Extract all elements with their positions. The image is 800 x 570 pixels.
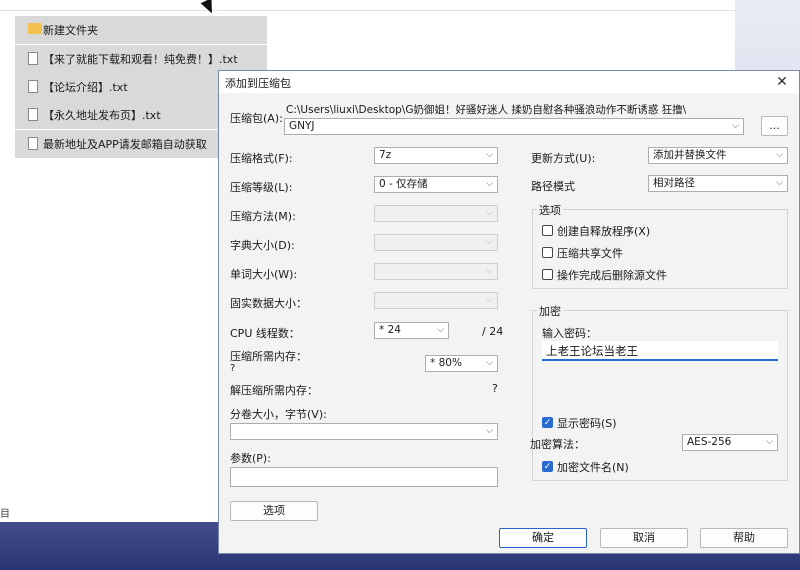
chevron-down-icon: ⌵	[486, 358, 493, 368]
encrypt-names-label: 加密文件名(N)	[557, 461, 629, 474]
level-select[interactable]: 0 - 仅存储 ⌵	[374, 176, 498, 193]
solid-select: ⌵	[374, 292, 498, 309]
method-label: 压缩方法(M):	[230, 210, 296, 223]
level-value: 0 - 仅存储	[379, 178, 428, 190]
sfx-label: 创建自释放程序(X)	[557, 225, 651, 238]
divider	[0, 10, 735, 11]
chevron-down-icon: ⌵	[732, 121, 739, 131]
archive-name-value: GNYJ	[289, 120, 315, 132]
chevron-down-icon: ⌵	[486, 237, 493, 247]
file-name: 最新地址及APP请发邮箱自动获取	[43, 138, 207, 151]
cancel-button[interactable]: 取消	[600, 528, 688, 548]
shared-label: 压缩共享文件	[557, 247, 623, 260]
decomp-label: 解压缩所需内存：	[230, 384, 318, 397]
password-label: 输入密码：	[542, 327, 597, 340]
update-select[interactable]: 添加并替换文件 ⌵	[648, 147, 788, 164]
update-label: 更新方式(U):	[531, 152, 596, 165]
file-name: 新建文件夹	[43, 24, 98, 37]
options-group-title: 选项	[537, 202, 563, 218]
update-value: 添加并替换文件	[653, 149, 727, 161]
archive-label: 压缩包(A):	[230, 112, 283, 125]
volume-select[interactable]: ⌵	[230, 423, 498, 440]
chevron-down-icon: ⌵	[486, 266, 493, 276]
params-label: 参数(P):	[230, 452, 271, 465]
chevron-down-icon: ⌵	[776, 178, 783, 188]
archive-path: C:\Users\liuxi\Desktop\G奶御姐！好骚好迷人 揉奶自慰各种…	[286, 104, 687, 116]
text-file-icon	[28, 52, 38, 65]
file-name: 【永久地址发布页】.txt	[43, 109, 161, 122]
add-to-archive-dialog: 添加到压缩包 ✕ 压缩包(A): C:\Users\liuxi\Desktop\…	[218, 70, 800, 554]
params-input[interactable]	[230, 467, 498, 487]
archive-name-combo[interactable]: GNYJ ⌵	[284, 118, 744, 135]
list-item[interactable]: 【来了就能下载和观看！纯免费！】.txt	[15, 45, 267, 73]
password-value: 上老王论坛当老王	[546, 344, 638, 358]
ok-button[interactable]: 确定	[499, 528, 587, 548]
list-item[interactable]: 新建文件夹	[15, 16, 267, 44]
cpu-total: / 24	[482, 325, 504, 338]
path-select[interactable]: 相对路径 ⌵	[648, 175, 788, 192]
sidebar-fragment: 目	[0, 509, 10, 520]
chevron-down-icon: ⌵	[486, 426, 493, 436]
help-button[interactable]: 帮助	[700, 528, 788, 548]
level-label: 压缩等级(L):	[230, 181, 293, 194]
title-bar: 添加到压缩包 ✕	[219, 71, 799, 93]
method-select: ⌵	[374, 205, 498, 222]
dict-select: ⌵	[374, 234, 498, 251]
chevron-down-icon: ⌵	[486, 208, 493, 218]
show-password-checkbox[interactable]: ✓	[542, 417, 553, 428]
mem-value: * 80%	[430, 357, 462, 369]
file-name: 【论坛介绍】.txt	[43, 81, 128, 94]
dict-label: 字典大小(D):	[230, 239, 295, 252]
chevron-down-icon: ⌵	[486, 295, 493, 305]
chevron-down-icon: ⌵	[437, 325, 444, 335]
mem-select[interactable]: * 80% ⌵	[425, 355, 498, 372]
encrypt-names-checkbox[interactable]: ✓	[542, 461, 553, 472]
volume-label: 分卷大小，字节(V):	[230, 408, 327, 421]
encryption-group-title: 加密	[537, 303, 563, 319]
text-file-icon	[28, 80, 38, 93]
options-group: 选项 创建自释放程序(X) 压缩共享文件 操作完成后删除源文件	[532, 202, 788, 289]
chevron-down-icon: ⌵	[766, 437, 773, 447]
chevron-down-icon: ⌵	[486, 179, 493, 189]
text-file-icon	[28, 137, 38, 150]
enc-method-value: AES-256	[687, 436, 732, 448]
dialog-title: 添加到压缩包	[225, 77, 291, 90]
delete-checkbox[interactable]	[542, 269, 553, 280]
file-name: 【来了就能下载和观看！纯免费！】.txt	[43, 53, 238, 66]
options-button[interactable]: 选项	[230, 501, 318, 521]
mem-question: ?	[230, 363, 236, 374]
browse-button[interactable]: ...	[761, 116, 788, 136]
chevron-down-icon: ⌵	[776, 150, 783, 160]
show-password-label: 显示密码(S)	[557, 417, 617, 430]
password-input[interactable]: 上老王论坛当老王	[542, 341, 778, 361]
delete-label: 操作完成后删除源文件	[557, 269, 667, 282]
word-select: ⌵	[374, 263, 498, 280]
mem-label: 压缩所需内存：	[230, 350, 307, 363]
close-icon[interactable]: ✕	[771, 71, 793, 93]
decomp-question: ?	[492, 382, 498, 395]
format-select[interactable]: 7z ⌵	[374, 147, 498, 164]
path-value: 相对路径	[653, 177, 695, 189]
text-file-icon	[28, 108, 38, 121]
sfx-checkbox[interactable]	[542, 225, 553, 236]
solid-label: 固实数据大小：	[230, 297, 307, 310]
path-label: 路径模式	[531, 180, 575, 193]
folder-icon	[28, 23, 42, 34]
shared-checkbox[interactable]	[542, 247, 553, 258]
cpu-select[interactable]: * 24 ⌵	[374, 322, 449, 339]
encryption-group: 加密 输入密码： 上老王论坛当老王 ✓ 显示密码(S) 加密算法： AES-25…	[530, 303, 788, 481]
cpu-value: * 24	[379, 324, 401, 336]
enc-method-select[interactable]: AES-256 ⌵	[682, 434, 778, 451]
format-value: 7z	[379, 149, 392, 161]
word-label: 单词大小(W):	[230, 268, 298, 281]
chevron-down-icon: ⌵	[486, 150, 493, 160]
cpu-label: CPU 线程数：	[230, 327, 300, 340]
format-label: 压缩格式(F):	[230, 152, 293, 165]
enc-method-label: 加密算法：	[530, 438, 585, 451]
